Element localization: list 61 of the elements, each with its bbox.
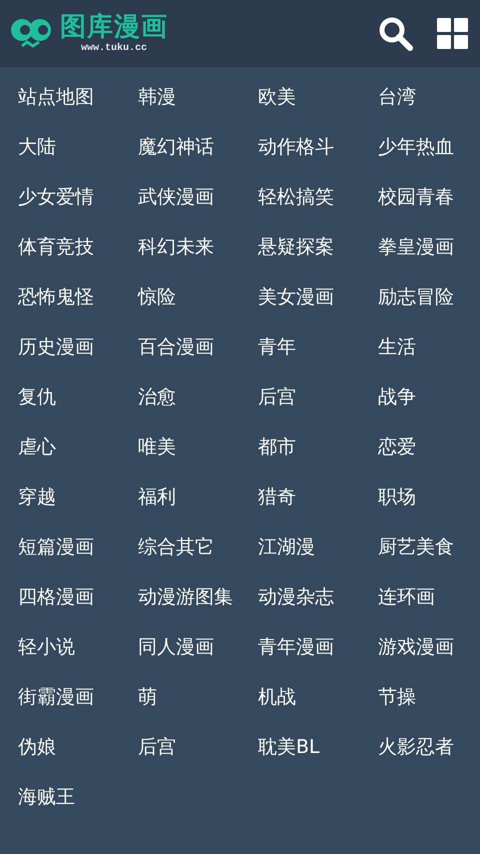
category-link[interactable]: 悬疑探案 (240, 222, 360, 272)
category-link[interactable]: 百合漫画 (120, 322, 240, 372)
category-link[interactable]: 轻松搞笑 (240, 172, 360, 222)
category-link[interactable]: 都市 (240, 422, 360, 472)
category-link[interactable]: 台湾 (360, 72, 480, 122)
category-link[interactable]: 动作格斗 (240, 122, 360, 172)
category-link[interactable]: 复仇 (0, 372, 120, 422)
category-link[interactable]: 韩漫 (120, 72, 240, 122)
category-link[interactable]: 萌 (120, 672, 240, 722)
category-link[interactable]: 生活 (360, 322, 480, 372)
category-link[interactable]: 机战 (240, 672, 360, 722)
category-link[interactable]: 连环画 (360, 572, 480, 622)
category-link[interactable]: 伪娘 (0, 722, 120, 772)
category-link[interactable]: 街霸漫画 (0, 672, 120, 722)
category-link[interactable]: 节操 (360, 672, 480, 722)
category-link[interactable]: 四格漫画 (0, 572, 120, 622)
category-link[interactable]: 耽美BL (240, 722, 360, 772)
category-link[interactable]: 后宫 (240, 372, 360, 422)
category-link[interactable]: 青年漫画 (240, 622, 360, 672)
category-link[interactable]: 大陆 (0, 122, 120, 172)
category-link[interactable]: 穿越 (0, 472, 120, 522)
category-link[interactable]: 体育竞技 (0, 222, 120, 272)
category-link[interactable]: 站点地图 (0, 72, 120, 122)
category-link[interactable]: 欧美 (240, 72, 360, 122)
category-link[interactable]: 虐心 (0, 422, 120, 472)
category-link[interactable]: 战争 (360, 372, 480, 422)
category-link[interactable]: 武侠漫画 (120, 172, 240, 222)
category-link[interactable]: 少女爱情 (0, 172, 120, 222)
category-link[interactable]: 职场 (360, 472, 480, 522)
category-link[interactable]: 惊险 (120, 272, 240, 322)
category-link[interactable]: 励志冒险 (360, 272, 480, 322)
category-link[interactable]: 江湖漫 (240, 522, 360, 572)
category-link[interactable]: 治愈 (120, 372, 240, 422)
grid-menu-icon[interactable] (437, 18, 468, 49)
logo-url: www.tuku.cc (80, 44, 147, 54)
category-link[interactable]: 校园青春 (360, 172, 480, 222)
category-link[interactable]: 海贼王 (0, 772, 120, 822)
category-link[interactable]: 美女漫画 (240, 272, 360, 322)
category-link[interactable]: 同人漫画 (120, 622, 240, 672)
category-link[interactable]: 福利 (120, 472, 240, 522)
category-link[interactable]: 后宫 (120, 722, 240, 772)
category-link[interactable]: 魔幻神话 (120, 122, 240, 172)
category-link[interactable]: 青年 (240, 322, 360, 372)
category-link[interactable]: 厨艺美食 (360, 522, 480, 572)
category-link[interactable]: 猎奇 (240, 472, 360, 522)
category-link[interactable]: 短篇漫画 (0, 522, 120, 572)
category-link[interactable]: 恐怖鬼怪 (0, 272, 120, 322)
category-link[interactable]: 动漫游图集 (120, 572, 240, 622)
category-link[interactable]: 轻小说 (0, 622, 120, 672)
category-link[interactable]: 游戏漫画 (360, 622, 480, 672)
category-link[interactable]: 动漫杂志 (240, 572, 360, 622)
category-link[interactable]: 少年热血 (360, 122, 480, 172)
search-icon[interactable] (379, 16, 413, 50)
category-link[interactable]: 唯美 (120, 422, 240, 472)
category-link[interactable]: 综合其它 (120, 522, 240, 572)
category-link[interactable]: 拳皇漫画 (360, 222, 480, 272)
category-link[interactable]: 恋爱 (360, 422, 480, 472)
category-link[interactable]: 火影忍者 (360, 722, 480, 772)
logo-title: 图库漫画 (60, 14, 168, 40)
category-link[interactable]: 历史漫画 (0, 322, 120, 372)
category-link[interactable]: 科幻未来 (120, 222, 240, 272)
